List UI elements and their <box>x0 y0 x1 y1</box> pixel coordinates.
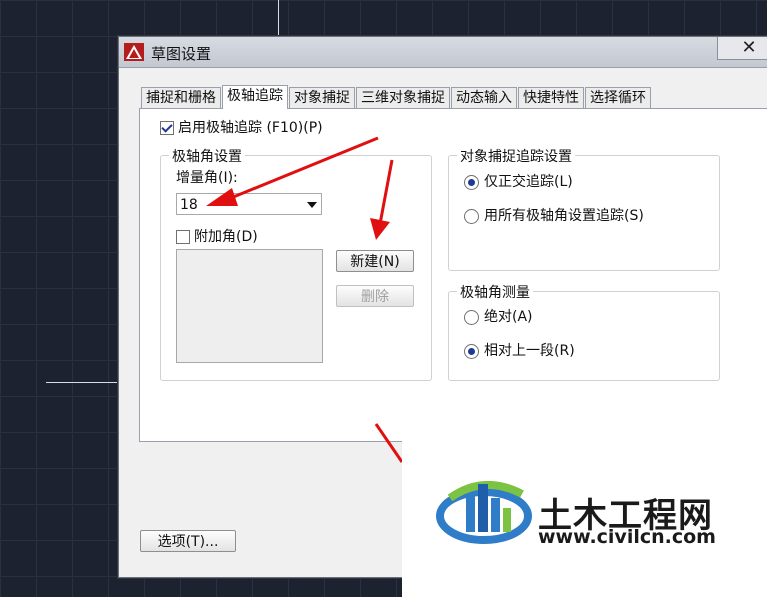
crosshair-horizontal <box>46 382 120 383</box>
relative-radio[interactable] <box>464 343 479 359</box>
enable-polar-row[interactable]: 启用极轴追踪 (F10)(P) <box>160 117 323 137</box>
absolute-radio[interactable] <box>464 309 479 325</box>
dropdown-arrow-icon <box>307 202 317 208</box>
enable-polar-checkbox[interactable] <box>160 121 174 135</box>
tab-polar-tracking[interactable]: 极轴追踪 <box>222 85 288 109</box>
absolute-option[interactable]: 绝对(A) <box>464 306 533 326</box>
civilcn-logo-icon <box>436 480 532 544</box>
dialog-title: 草图设置 <box>151 45 212 63</box>
additional-angle-row[interactable]: 附加角(D) <box>176 226 258 246</box>
increment-angle-select[interactable]: 18 <box>176 193 322 215</box>
tab-dynamic-input[interactable]: 动态输入 <box>451 87 517 108</box>
object-snap-tracking-title: 对象捕捉追踪设置 <box>457 146 575 166</box>
tab-selection-cycling[interactable]: 选择循环 <box>585 87 651 108</box>
polar-measurement-group: 极轴角测量 <box>448 282 720 381</box>
close-button[interactable]: ✕ <box>717 37 767 60</box>
crosshair-vertical <box>278 0 279 40</box>
relative-option[interactable]: 相对上一段(R) <box>464 340 575 360</box>
increment-angle-label: 增量角(I): <box>176 170 238 186</box>
ortho-tracking-radio[interactable] <box>464 174 479 190</box>
additional-angle-label: 附加角(D) <box>194 229 258 245</box>
ortho-tracking-label: 仅正交追踪(L) <box>484 174 573 190</box>
polar-angle-group-title: 极轴角设置 <box>169 146 245 166</box>
polar-tracking-panel: 启用极轴追踪 (F10)(P) 极轴角设置 增量角(I): 18 附加角(D) … <box>139 108 767 442</box>
ortho-tracking-option[interactable]: 仅正交追踪(L) <box>464 171 573 191</box>
watermark-panel: 土木工程网 www.civilcn.com <box>402 416 767 597</box>
title-bar[interactable]: 草图设置 ✕ <box>119 37 767 68</box>
relative-label: 相对上一段(R) <box>484 343 575 359</box>
all-polar-tracking-radio[interactable] <box>464 208 479 224</box>
new-angle-button[interactable]: 新建(N) <box>336 250 414 272</box>
all-polar-tracking-option[interactable]: 用所有极轴角设置追踪(S) <box>464 205 644 225</box>
tab-object-snap[interactable]: 对象捕捉 <box>289 87 355 108</box>
enable-polar-label: 启用极轴追踪 (F10)(P) <box>178 120 323 136</box>
polar-measurement-title: 极轴角测量 <box>457 282 533 302</box>
absolute-label: 绝对(A) <box>484 309 533 325</box>
all-polar-tracking-label: 用所有极轴角设置追踪(S) <box>484 208 644 224</box>
tab-snap-grid[interactable]: 捕捉和栅格 <box>141 87 221 108</box>
tab-quick-properties[interactable]: 快捷特性 <box>518 87 584 108</box>
additional-angle-list[interactable] <box>176 249 323 363</box>
watermark-url: www.civilcn.com <box>538 526 716 548</box>
tab-3d-object-snap[interactable]: 三维对象捕捉 <box>356 87 450 108</box>
tab-strip: 捕捉和栅格 极轴追踪 对象捕捉 三维对象捕捉 动态输入 快捷特性 选择循环 <box>141 85 652 109</box>
autocad-logo-icon <box>124 43 144 61</box>
additional-angle-checkbox[interactable] <box>176 230 190 244</box>
increment-angle-value: 18 <box>180 197 198 213</box>
delete-angle-button[interactable]: 删除 <box>336 285 414 307</box>
options-button[interactable]: 选项(T)... <box>140 530 236 552</box>
